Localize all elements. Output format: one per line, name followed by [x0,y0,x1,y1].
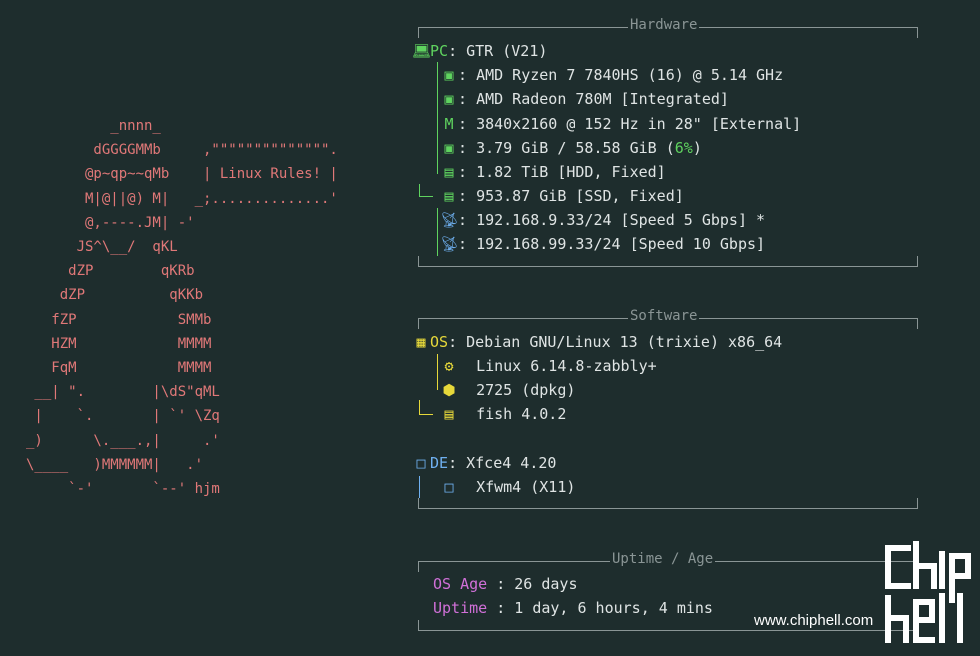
os-age-key: OS Age [433,575,488,593]
disk2-value: 953.87 GiB [SSD, Fixed] [476,187,684,205]
os-row: ▦ OS: Debian GNU/Linux 13 (trixie) x86_64 [412,330,782,354]
memory-value: 3.79 GiB / 58.58 GiB ( [476,139,675,157]
hardware-tree-branch [419,196,433,197]
package-icon: ⬢ [442,381,456,399]
cpu-row: ▣: AMD Ryzen 7 7840HS (16) @ 5.14 GHz [440,63,783,87]
net2-value: 192.168.99.33/24 [Speed 10 Gbps] [476,235,766,253]
logo-text: chiphell [880,540,885,541]
de-row: □ DE: Xfce4 4.20 [412,451,556,475]
shell-row: ▤ fish 4.0.2 [440,402,566,426]
uptime-key: Uptime [433,599,488,617]
ascii-art: _nnnn_ dGGGGMMb ,"""""""""""""". @p~qp~~… [26,118,338,498]
uptime-row: Uptime : 1 day, 6 hours, 4 mins [433,599,713,617]
packages-value: 2725 (dpkg) [476,381,576,399]
os-key: OS [430,333,449,351]
disk1-value: 1.82 TiB [HDD, Fixed] [476,163,666,181]
hardware-tree-line [437,62,438,174]
display-row: M: 3840x2160 @ 152 Hz in 28" [External] [440,112,801,136]
packages-row: ⬢ 2725 (dpkg) [440,378,575,402]
pc-row: 💻︎PC: GTR (V21) [412,39,547,63]
kernel-row: ⚙ Linux 6.14.8-zabbly+ [440,354,657,378]
net2-row: 📡︎: 192.168.99.33/24 [Speed 10 Gbps] [440,232,765,256]
shell-value: fish 4.0.2 [476,405,567,423]
gpu-row: ▣: AMD Radeon 780M [Integrated] [440,87,729,111]
de-value: Xfce4 4.20 [466,454,557,472]
display-value: 3840x2160 @ 152 Hz in 28" [External] [476,115,802,133]
software-tree-line [437,354,438,390]
chiphell-logo: chiphell [880,540,971,643]
laptop-icon: 💻︎ [412,42,432,60]
software-title: Software [628,308,700,324]
net-tree-line [437,208,438,256]
monitor-icon: M [444,115,454,133]
disk1-row: ▤: 1.82 TiB [HDD, Fixed] [440,160,666,184]
de-tree-line [419,476,420,498]
os-age-row: OS Age : 26 days [433,575,578,593]
kernel-value: Linux 6.14.8-zabbly+ [476,357,657,375]
os-age-value: 26 days [514,575,578,593]
disk2-row: ▤: 953.87 GiB [SSD, Fixed] [440,184,684,208]
wm-row: □ Xfwm4 (X11) [440,475,575,499]
hardware-title: Hardware [628,17,700,33]
chip-icon: ▣ [444,66,454,84]
windows-grid-icon: ▦ [416,333,426,351]
memory-icon: ▣ [444,139,454,157]
terminal-disk-icon: ▤ [444,187,454,205]
gpu-value: AMD Radeon 780M [Integrated] [476,90,729,108]
gpu-icon: ▣ [444,90,454,108]
uptime-title: Uptime / Age [610,551,716,567]
terminal-disk-icon: ▤ [444,163,454,181]
uptime-value: 1 day, 6 hours, 4 mins [514,599,713,617]
memory-percent: 6% [674,139,693,157]
wm-value: Xfwm4 (X11) [476,478,576,496]
memory-row: ▣: 3.79 GiB / 58.58 GiB (6%) [440,136,701,160]
satellite-icon: 📡︎ [440,211,460,229]
watermark-site: www.chiphell.com [754,612,874,629]
satellite-icon: 📡︎ [440,235,460,253]
window-icon: □ [444,478,454,496]
pc-key: PC [430,42,449,60]
software-tree-branch [419,414,433,415]
pc-value: GTR (V21) [466,42,548,60]
software-tree-corner [419,400,420,414]
terminal-icon: ▤ [444,405,454,423]
net1-value: 192.168.9.33/24 [Speed 5 Gbps] * [476,211,766,229]
os-value: Debian GNU/Linux 13 (trixie) x86_64 [466,333,783,351]
cpu-value: AMD Ryzen 7 7840HS (16) @ 5.14 GHz [476,66,784,84]
de-key: DE [430,454,449,472]
hardware-tree-corner [419,184,420,196]
gear-icon: ⚙ [444,357,454,375]
net1-row: 📡︎: 192.168.9.33/24 [Speed 5 Gbps] * [440,208,765,232]
window-icon: □ [416,454,426,472]
